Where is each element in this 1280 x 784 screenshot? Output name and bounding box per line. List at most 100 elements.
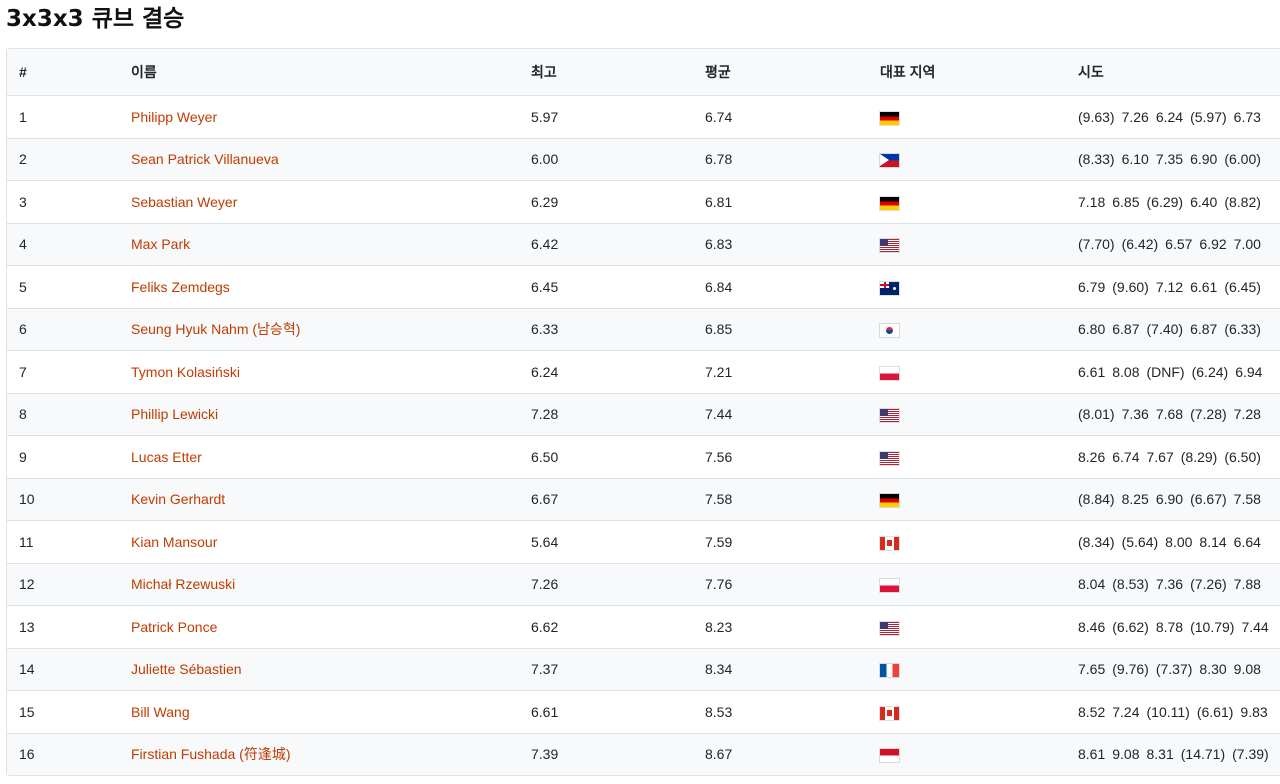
flag-id-icon bbox=[880, 749, 899, 763]
region-cell bbox=[868, 704, 1066, 720]
best-cell: 6.45 bbox=[531, 278, 559, 295]
solve-time: 6.80 bbox=[1078, 321, 1106, 338]
average-cell: 8.23 bbox=[705, 618, 733, 635]
person-link[interactable]: Michał Rzewuski bbox=[131, 576, 235, 592]
name-cell: Michał Rzewuski bbox=[119, 576, 519, 592]
solve-time: 9.08 bbox=[1112, 746, 1140, 763]
average-cell: 7.59 bbox=[705, 533, 733, 550]
region-cell bbox=[868, 109, 1066, 125]
person-link[interactable]: Max Park bbox=[131, 236, 190, 252]
average-cell: 8.53 bbox=[705, 703, 733, 720]
flag-fr-icon bbox=[880, 664, 899, 678]
person-link[interactable]: Feliks Zemdegs bbox=[131, 279, 230, 295]
flag-us-icon bbox=[880, 621, 899, 635]
name-cell: Seung Hyuk Nahm (남승혁) bbox=[119, 319, 519, 339]
solve-time: (10.11) bbox=[1146, 703, 1190, 720]
solve-time: (6.61) bbox=[1196, 703, 1234, 720]
flag-ca-icon bbox=[880, 536, 899, 550]
solve-time: 6.90 bbox=[1190, 151, 1218, 168]
person-link[interactable]: Sebastian Weyer bbox=[131, 194, 237, 210]
average-cell: 8.67 bbox=[705, 746, 733, 763]
flag-de-icon bbox=[880, 196, 899, 210]
solve-time: 8.46 bbox=[1078, 618, 1106, 635]
table-row: 11 Kian Mansour 5.64 7.59 (8.34) (5.64) 8.00 8.… bbox=[7, 520, 1280, 563]
solve-time: 7.00 bbox=[1233, 236, 1261, 253]
person-link[interactable]: Juliette Sébastien bbox=[131, 661, 242, 677]
person-link[interactable]: Tymon Kolasiński bbox=[131, 364, 240, 380]
header-average[interactable]: 평균 bbox=[693, 62, 868, 82]
person-link[interactable]: Seung Hyuk Nahm (남승혁) bbox=[131, 321, 300, 337]
name-cell: Kevin Gerhardt bbox=[119, 491, 519, 507]
flag-ph-icon bbox=[880, 154, 899, 168]
best-cell: 6.24 bbox=[531, 363, 559, 380]
solve-time: 7.18 bbox=[1078, 193, 1106, 210]
name-cell: Sean Patrick Villanueva bbox=[119, 151, 519, 167]
person-link[interactable]: Firstian Fushada (符逢城) bbox=[131, 746, 290, 762]
table-row: 7 Tymon Kolasiński 6.24 7.21 6.61 8.08 (DNF) (6… bbox=[7, 350, 1280, 393]
best-cell: 6.00 bbox=[531, 151, 559, 168]
solve-time: 8.78 bbox=[1155, 618, 1184, 635]
solve-time: 8.26 bbox=[1078, 448, 1106, 465]
header-rank[interactable]: # bbox=[7, 64, 119, 80]
name-cell: Philipp Weyer bbox=[119, 109, 519, 125]
solve-time: 8.30 bbox=[1199, 661, 1227, 678]
solve-time: (7.40) bbox=[1146, 321, 1184, 338]
solve-time: (9.63) bbox=[1078, 108, 1115, 125]
rank-cell: 13 bbox=[19, 618, 35, 635]
solves-cell: (8.84) 8.25 6.90 (6.67) 7.58 bbox=[1066, 491, 1280, 507]
solve-time: 6.61 bbox=[1190, 278, 1218, 295]
solve-time: (9.60) bbox=[1112, 278, 1149, 295]
solve-time: (6.00) bbox=[1224, 151, 1261, 168]
solves-cell: 6.80 6.87 (7.40) 6.87 (6.33) bbox=[1066, 321, 1280, 337]
rank-cell: 11 bbox=[19, 533, 34, 550]
solve-time: 7.24 bbox=[1112, 703, 1140, 720]
person-link[interactable]: Kian Mansour bbox=[131, 534, 217, 550]
person-link[interactable]: Lucas Etter bbox=[131, 449, 202, 465]
header-region[interactable]: 대표 지역 bbox=[868, 62, 1066, 82]
table-row: 3 Sebastian Weyer 6.29 6.81 7.18 6.85 (6.29) 6.… bbox=[7, 180, 1280, 223]
solve-time: 6.94 bbox=[1235, 363, 1263, 380]
name-cell: Juliette Sébastien bbox=[119, 661, 519, 677]
table-row: 15 Bill Wang 6.61 8.53 8.52 7.24 (10.11) (6.61)… bbox=[7, 690, 1280, 733]
region-cell bbox=[868, 321, 1066, 338]
header-solves: 시도 bbox=[1078, 64, 1104, 80]
best-cell: 7.26 bbox=[531, 576, 559, 593]
table-row: 2 Sean Patrick Villanueva 6.00 6.78 (8.33) 6.… bbox=[7, 137, 1280, 180]
table-row: 1 Philipp Weyer 5.97 6.74 (9.63) 7.26 6.24 (5.9… bbox=[7, 95, 1280, 138]
solve-time: 9.08 bbox=[1233, 661, 1261, 678]
name-cell: Lucas Etter bbox=[119, 449, 519, 465]
solve-time: (8.84) bbox=[1078, 491, 1115, 508]
region-cell bbox=[868, 194, 1066, 210]
average-cell: 6.83 bbox=[705, 236, 733, 253]
table-row: 6 Seung Hyuk Nahm (남승혁) 6.33 6.85 6.80 6.87 (7… bbox=[7, 307, 1280, 350]
rank-cell: 14 bbox=[19, 661, 35, 678]
table-row: 9 Lucas Etter 6.50 7.56 8.26 6.74 7.67 (8.29) (6… bbox=[7, 435, 1280, 478]
solve-time: (DNF) bbox=[1146, 363, 1185, 380]
flag-pl-icon bbox=[880, 579, 899, 593]
name-cell: Phillip Lewicki bbox=[119, 406, 519, 422]
rank-cell: 5 bbox=[19, 278, 27, 295]
header-name[interactable]: 이름 bbox=[119, 62, 519, 82]
person-link[interactable]: Phillip Lewicki bbox=[131, 406, 218, 422]
solves-cell: 8.04 (8.53) 7.36 (7.26) 7.88 bbox=[1066, 576, 1280, 592]
rank-cell: 16 bbox=[19, 746, 35, 763]
region-cell bbox=[868, 364, 1066, 380]
solve-time: 8.61 bbox=[1078, 746, 1106, 763]
solve-time: (8.53) bbox=[1112, 576, 1149, 593]
person-link[interactable]: Patrick Ponce bbox=[131, 619, 217, 635]
average-cell: 6.78 bbox=[705, 151, 733, 168]
person-link[interactable]: Sean Patrick Villanueva bbox=[131, 151, 279, 167]
header-best[interactable]: 최고 bbox=[519, 62, 693, 82]
person-link[interactable]: Philipp Weyer bbox=[131, 109, 217, 125]
solve-time: (6.45) bbox=[1224, 278, 1261, 295]
solves-cell: 8.61 9.08 8.31 (14.71) (7.39) bbox=[1066, 746, 1280, 762]
solve-time: (6.67) bbox=[1190, 491, 1227, 508]
name-cell: Tymon Kolasiński bbox=[119, 364, 519, 380]
best-cell: 6.67 bbox=[531, 491, 559, 508]
solve-time: 8.04 bbox=[1078, 576, 1106, 593]
solve-time: 6.73 bbox=[1233, 108, 1261, 125]
person-link[interactable]: Bill Wang bbox=[131, 704, 190, 720]
best-cell: 6.62 bbox=[531, 618, 559, 635]
flag-de-icon bbox=[880, 111, 899, 125]
person-link[interactable]: Kevin Gerhardt bbox=[131, 491, 225, 507]
